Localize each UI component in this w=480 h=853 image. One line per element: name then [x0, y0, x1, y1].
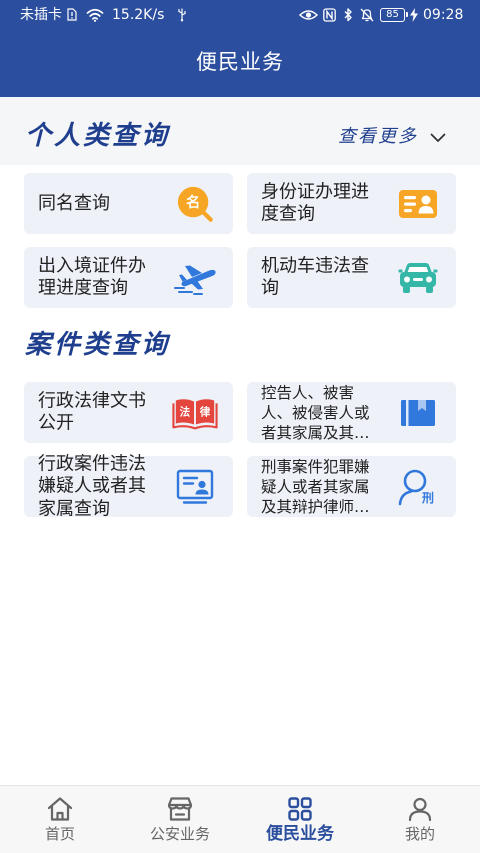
- airplane-icon: [172, 257, 218, 299]
- query-card-admin-legal-docs[interactable]: 行政法律文书 公开 法 律: [24, 382, 233, 443]
- tab-home[interactable]: 首页: [0, 786, 120, 853]
- card-label-line: 询: [261, 277, 279, 299]
- certificate-icon: [172, 466, 218, 508]
- shop-icon: [166, 795, 194, 823]
- battery-level: 85: [386, 9, 399, 20]
- law-icon-glyph-right: 律: [200, 405, 211, 418]
- law-book-icon: 法 律: [172, 392, 218, 434]
- query-card-complainant-victim[interactable]: 控告人、被害 人、被侵害人或 者其家属及其…: [247, 382, 456, 443]
- card-label-line: 公开: [38, 412, 74, 434]
- battery-icon: 85: [380, 8, 408, 22]
- card-label-line: 度查询: [261, 203, 315, 225]
- card-label-line: 控告人、被害: [261, 383, 355, 402]
- app-header: 未插卡 15.2K/s 85 09:28 便民业务: [0, 0, 480, 97]
- tab-mine[interactable]: 我的: [360, 786, 480, 853]
- tab-police-services[interactable]: 公安业务: [120, 786, 240, 853]
- net-speed: 15.2K/s: [112, 7, 165, 23]
- usb-icon: [177, 8, 187, 24]
- home-icon: [46, 795, 74, 823]
- section-title-personal: 个人类查询: [25, 121, 171, 151]
- query-card-criminal-suspect[interactable]: 刑事案件犯罪嫌 疑人或者其家属 及其辩护律师… 刑: [247, 456, 456, 517]
- card-label: 机动车违法查 询: [261, 255, 369, 300]
- card-label-line: 嫌疑人或者其: [38, 475, 146, 497]
- card-label-line: 刑事案件犯罪嫌: [261, 457, 370, 476]
- law-icon-glyph-left: 法: [180, 405, 191, 418]
- profile-icon: [406, 795, 434, 823]
- card-label: 出入境证件办 理进度查询: [38, 255, 146, 300]
- card-label-line: 者其家属及其…: [261, 423, 370, 442]
- card-label-line: 家属查询: [38, 497, 110, 519]
- grid-icon: [286, 795, 314, 823]
- sim-icon: [67, 8, 77, 24]
- page-title: 便民业务: [196, 50, 284, 74]
- carrier-text: 未插卡: [20, 7, 62, 23]
- clock-time: 09:28: [423, 7, 464, 23]
- card-label: 行政案件违法 嫌疑人或者其 家属查询: [38, 453, 146, 521]
- wifi-icon: [86, 8, 104, 24]
- card-label-line: 出入境证件办: [38, 255, 146, 276]
- charging-icon: [410, 8, 418, 24]
- archive-icon: [395, 392, 441, 434]
- query-card-id-card-progress[interactable]: 身份证办理进 度查询: [247, 173, 456, 234]
- view-more-label: 查看更多: [338, 126, 418, 147]
- nfc-icon: [323, 8, 336, 24]
- eye-icon: [299, 9, 318, 25]
- card-label-line: 及其辩护律师…: [261, 497, 370, 516]
- card-label-line: 人、被侵害人或: [261, 403, 370, 422]
- query-card-exit-entry-progress[interactable]: 出入境证件办 理进度查询: [24, 247, 233, 308]
- name-icon-glyph: 名: [186, 193, 200, 211]
- card-label-line: 同名查询: [38, 192, 110, 214]
- query-card-same-name[interactable]: 同名查询 名: [24, 173, 233, 234]
- card-label-line: 行政法律文书: [38, 390, 146, 411]
- bluetooth-icon: [343, 7, 353, 23]
- view-more-button[interactable]: 查看更多: [338, 124, 450, 150]
- criminal-person-icon: 刑: [395, 466, 441, 508]
- name-search-icon: 名: [172, 183, 218, 225]
- section-title-case: 案件类查询: [25, 330, 171, 360]
- criminal-icon-glyph: 刑: [422, 491, 434, 505]
- id-card-icon: [395, 183, 441, 225]
- card-label-line: 机动车违法查: [261, 255, 369, 276]
- card-label: 行政法律文书 公开: [38, 390, 146, 435]
- tab-label: 我的: [404, 825, 435, 843]
- card-label-line: 疑人或者其家属: [261, 477, 370, 496]
- tab-convenience-services[interactable]: 便民业务: [240, 786, 360, 853]
- status-bar: 未插卡 15.2K/s 85 09:28: [0, 0, 480, 30]
- card-label: 控告人、被害 人、被侵害人或 者其家属及其…: [261, 383, 370, 443]
- query-card-vehicle-violation[interactable]: 机动车违法查 询: [247, 247, 456, 308]
- tab-label: 便民业务: [266, 824, 334, 844]
- card-label-line: 身份证办理进: [261, 181, 369, 202]
- chevron-down-icon: [430, 133, 446, 143]
- query-card-admin-case-suspect[interactable]: 行政案件违法 嫌疑人或者其 家属查询: [24, 453, 233, 519]
- card-label-line: 理进度查询: [38, 277, 128, 299]
- card-label-line: 行政案件违法: [38, 452, 146, 474]
- card-label: 身份证办理进 度查询: [261, 181, 369, 226]
- bottom-tab-bar: 首页 公安业务 便民业务 我的: [0, 785, 480, 853]
- tab-label: 公安业务: [149, 825, 210, 843]
- card-label: 刑事案件犯罪嫌 疑人或者其家属 及其辩护律师…: [261, 457, 370, 517]
- tab-label: 首页: [44, 825, 75, 843]
- mute-icon: [359, 7, 375, 23]
- car-icon: [395, 257, 441, 299]
- card-label: 同名查询: [38, 192, 110, 215]
